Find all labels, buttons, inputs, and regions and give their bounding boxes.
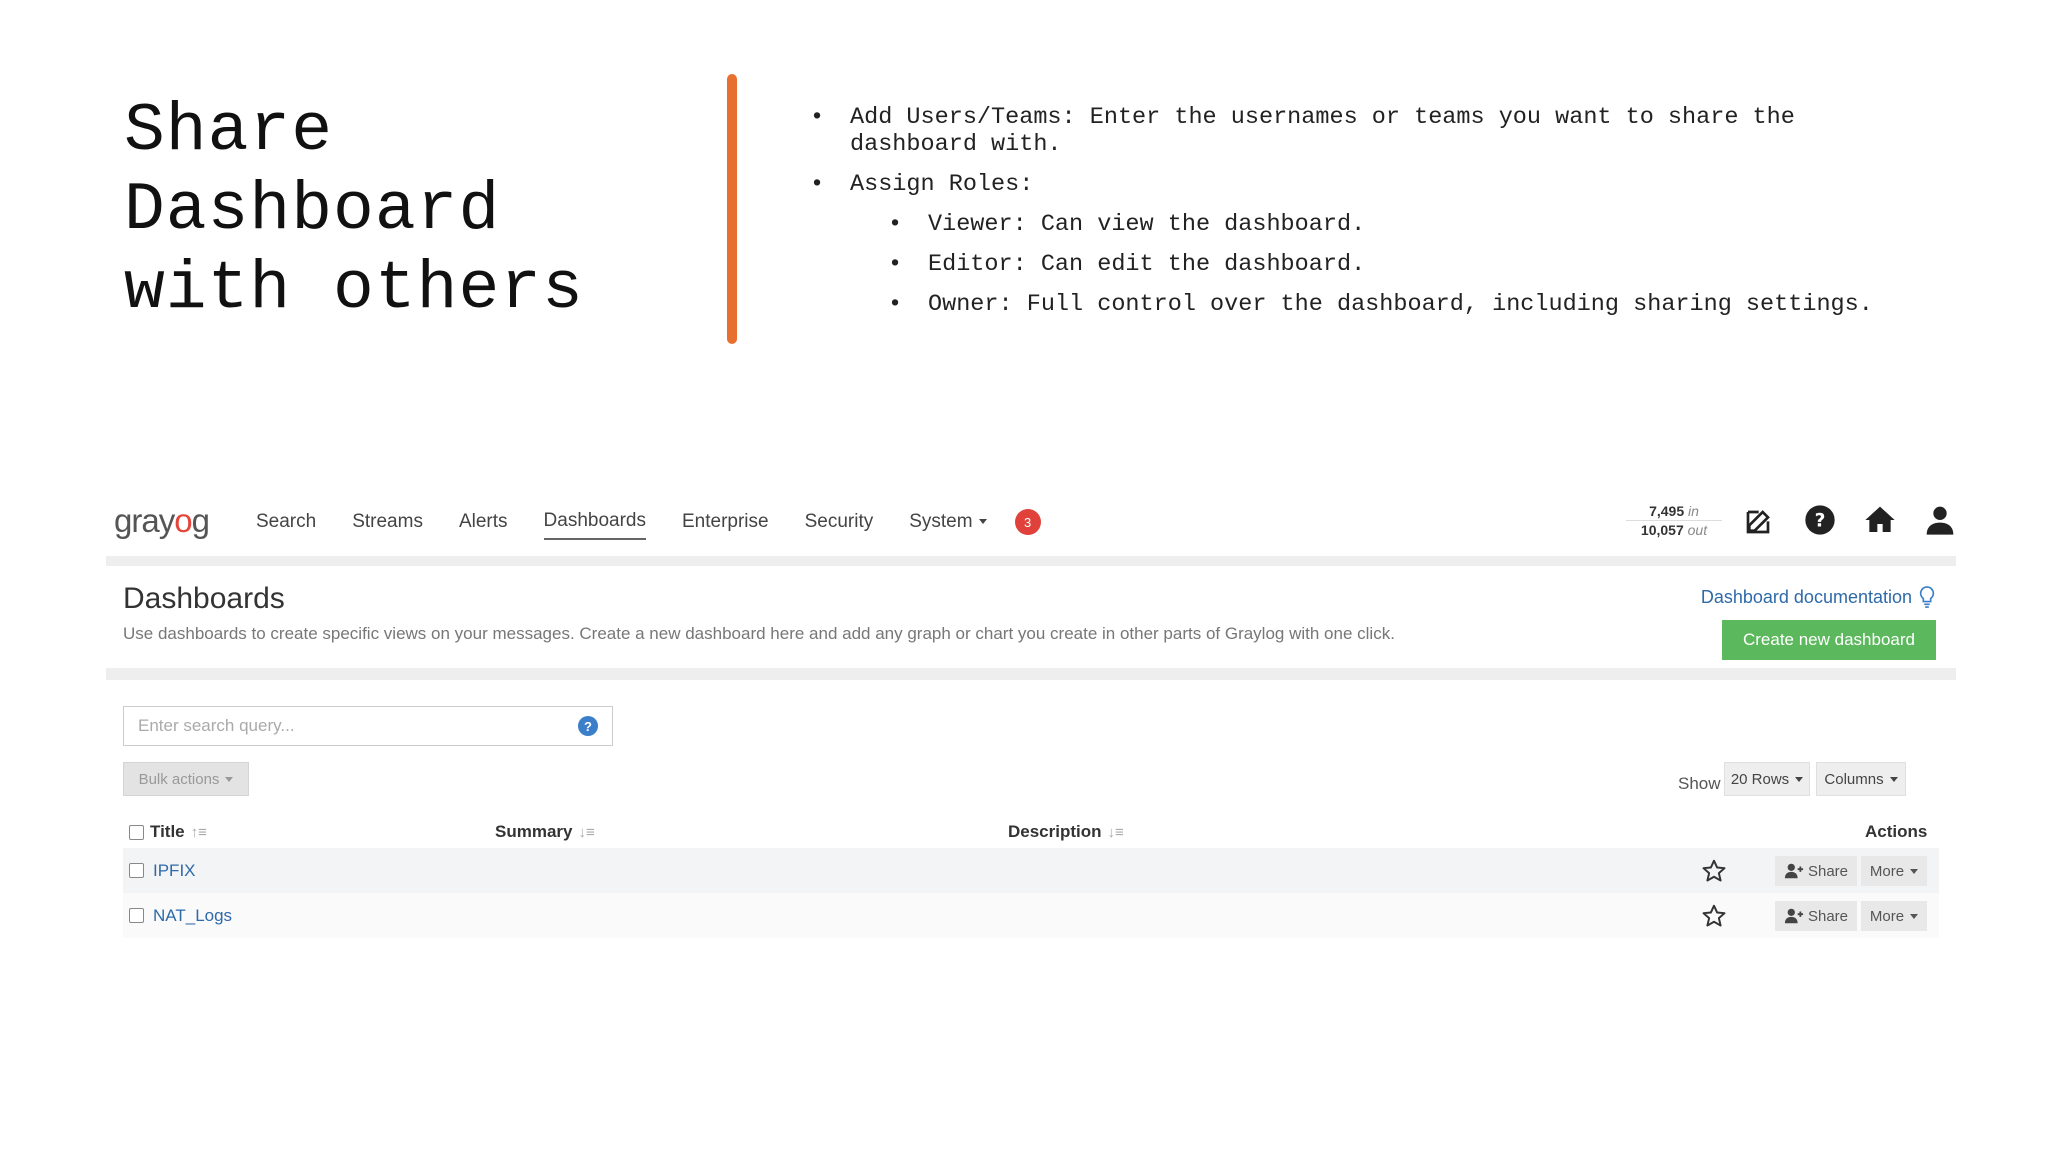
nav-enterprise[interactable]: Enterprise — [682, 505, 769, 539]
throughput-in-value: 7,495 — [1649, 503, 1685, 519]
header-description-cell[interactable]: Description ↓≡ — [1008, 822, 1124, 842]
slide-title: Share Dashboard with others — [124, 93, 584, 328]
nav-system-dropdown[interactable]: System — [909, 505, 987, 539]
star-icon[interactable] — [1701, 903, 1727, 929]
create-new-dashboard-button[interactable]: Create new dashboard — [1722, 620, 1936, 660]
nav-separator — [106, 556, 1956, 566]
share-button[interactable]: Share — [1775, 856, 1857, 886]
chevron-down-icon — [1889, 776, 1898, 782]
nav-alerts[interactable]: Alerts — [459, 505, 508, 539]
roles-list: Viewer: Can view the dashboard. Editor: … — [850, 211, 1930, 318]
nav-system-label: System — [909, 511, 973, 532]
dashboard-title-link[interactable]: NAT_Logs — [153, 906, 232, 926]
top-navbar: grayog Search Streams Alerts Dashboards … — [106, 488, 1956, 556]
bullet-assign-roles-label: Assign Roles: — [850, 171, 1034, 198]
more-label: More — [1869, 862, 1905, 880]
notification-badge[interactable]: 3 — [1014, 509, 1041, 535]
throughput-out: 10,057 out — [1626, 521, 1722, 539]
chevron-down-icon — [225, 776, 234, 782]
bullet-assign-roles: Assign Roles: Viewer: Can view the dashb… — [810, 171, 1930, 318]
page-header: Dashboards Use dashboards to create spec… — [106, 566, 1956, 668]
table-row: IPFIX Share More — [123, 848, 1939, 893]
columns-dropdown[interactable]: Columns — [1816, 762, 1906, 796]
nav-streams[interactable]: Streams — [352, 505, 423, 539]
bullet-list: Add Users/Teams: Enter the usernames or … — [810, 104, 1930, 331]
user-icon[interactable] — [1924, 504, 1956, 536]
more-label: More — [1869, 907, 1905, 925]
logo-text-o: o — [174, 502, 192, 539]
share-label: Share — [1807, 862, 1849, 880]
search-input[interactable]: Enter search query... ? — [123, 706, 613, 746]
help-icon[interactable]: ? — [1804, 504, 1836, 536]
svg-text:?: ? — [1815, 511, 1826, 532]
header-summary-cell[interactable]: Summary ↓≡ — [495, 822, 595, 842]
header-title: Title — [150, 822, 185, 841]
search-help-icon[interactable]: ? — [578, 716, 598, 736]
throughput-in: 7,495 in — [1626, 502, 1722, 521]
share-button[interactable]: Share — [1775, 901, 1857, 931]
page-description: Use dashboards to create specific views … — [123, 624, 1395, 643]
home-icon[interactable] — [1864, 504, 1896, 536]
share-label: Share — [1807, 907, 1849, 925]
accent-divider — [727, 74, 737, 344]
select-all-checkbox[interactable] — [129, 824, 144, 840]
lightbulb-icon — [1919, 586, 1935, 608]
bullet-role-editor: Editor: Can edit the dashboard. — [888, 251, 1930, 278]
bullet-role-viewer: Viewer: Can view the dashboard. — [888, 211, 1930, 238]
chevron-down-icon — [1910, 868, 1919, 874]
dashboard-list-panel: Enter search query... ? Bulk actions Sho… — [106, 680, 1956, 943]
bulk-actions-label: Bulk actions — [138, 770, 220, 788]
header-actions: Actions — [1865, 822, 1928, 841]
edit-icon[interactable] — [1744, 504, 1776, 536]
main-nav: Search Streams Alerts Dashboards Enterpr… — [256, 488, 1041, 556]
sort-asc-icon[interactable]: ↑≡ — [191, 824, 207, 841]
bullet-role-owner: Owner: Full control over the dashboard, … — [888, 291, 1930, 318]
star-icon[interactable] — [1701, 858, 1727, 884]
row-checkbox[interactable] — [129, 908, 144, 923]
graylog-screenshot: grayog Search Streams Alerts Dashboards … — [106, 488, 1956, 943]
rows-dropdown-label: 20 Rows — [1730, 770, 1790, 788]
add-user-icon — [1784, 908, 1804, 924]
show-label: Show — [1678, 774, 1721, 793]
throughput-in-label: in — [1688, 503, 1699, 519]
more-dropdown[interactable]: More — [1861, 856, 1927, 886]
throughput-out-value: 10,057 — [1640, 522, 1684, 538]
throughput-out-label: out — [1687, 522, 1708, 538]
search-placeholder: Enter search query... — [138, 716, 295, 735]
row-checkbox[interactable] — [129, 863, 144, 878]
table-header: Title ↑≡ Summary ↓≡ Description ↓≡ Actions — [123, 814, 1939, 848]
graylog-logo[interactable]: grayog — [114, 502, 210, 540]
dashboard-documentation-link[interactable]: Dashboard documentation — [1701, 586, 1936, 608]
header-title-cell[interactable]: Title ↑≡ — [129, 822, 207, 842]
throughput-indicator[interactable]: 7,495 in 10,057 out — [1626, 502, 1722, 539]
more-dropdown[interactable]: More — [1861, 901, 1927, 931]
logo-text-left: gray — [114, 502, 175, 539]
nav-dashboards[interactable]: Dashboards — [543, 504, 646, 540]
table-row: NAT_Logs Share More — [123, 893, 1939, 938]
sort-icon[interactable]: ↓≡ — [578, 824, 594, 841]
page-title: Dashboards — [123, 582, 285, 615]
chevron-down-icon — [1795, 776, 1804, 782]
bullet-add-users: Add Users/Teams: Enter the usernames or … — [810, 104, 1930, 158]
bulk-actions-button[interactable]: Bulk actions — [123, 762, 249, 796]
add-user-icon — [1784, 863, 1804, 879]
rows-per-page-dropdown[interactable]: 20 Rows — [1724, 762, 1810, 796]
nav-icon-group: ? — [1744, 504, 1956, 536]
dashboard-title-link[interactable]: IPFIX — [153, 861, 196, 881]
chevron-down-icon — [1910, 913, 1919, 919]
logo-text-right: g — [191, 502, 210, 539]
header-separator — [106, 668, 1956, 680]
header-description: Description — [1008, 822, 1102, 841]
chevron-down-icon — [978, 519, 987, 525]
doc-link-label: Dashboard documentation — [1700, 586, 1912, 607]
nav-security[interactable]: Security — [805, 505, 874, 539]
header-summary: Summary — [495, 822, 573, 841]
columns-dropdown-label: Columns — [1824, 770, 1884, 788]
nav-search[interactable]: Search — [256, 505, 316, 539]
sort-icon[interactable]: ↓≡ — [1108, 824, 1124, 841]
